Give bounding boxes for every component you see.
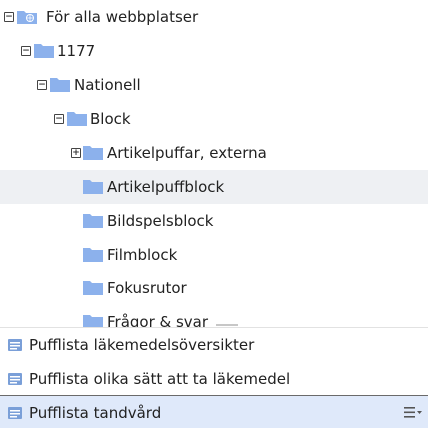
tree-node-nationell[interactable]: − Nationell xyxy=(0,68,428,102)
tree-node-label: Artikelpuffar, externa xyxy=(107,144,267,162)
page-list-item-label: Pufflista tandvård xyxy=(29,404,162,422)
tree-node-block[interactable]: − Block xyxy=(0,102,428,136)
folder-icon xyxy=(83,214,103,228)
collapse-icon[interactable]: − xyxy=(21,46,31,56)
folder-icon xyxy=(67,112,87,126)
folder-icon xyxy=(50,78,70,92)
tree-node-label: Filmblock xyxy=(107,246,178,264)
tree-node-label: Nationell xyxy=(74,76,141,94)
tree-node-bildspelsblock[interactable]: Bildspelsblock xyxy=(0,204,428,238)
collapse-icon[interactable]: − xyxy=(4,12,14,22)
scrollbar-thumb[interactable] xyxy=(216,324,238,326)
page-list-item-label: Pufflista läkemedelsöversikter xyxy=(29,336,255,354)
tree-node-label: Fokusrutor xyxy=(107,279,187,297)
collapse-icon[interactable]: − xyxy=(37,80,47,90)
folder-icon xyxy=(83,281,103,295)
tree-node-fokusrutor[interactable]: Fokusrutor xyxy=(0,271,428,305)
folder-icon xyxy=(83,146,103,160)
page-list-item[interactable]: Pufflista läkemedelsöversikter xyxy=(0,328,428,362)
folder-icon xyxy=(83,315,103,327)
page-list-item-selected[interactable]: Pufflista tandvård xyxy=(0,396,428,428)
page-list-item[interactable]: Pufflista olika sätt att ta läkemedel xyxy=(0,362,428,396)
tree-node-label: Artikelpuffblock xyxy=(107,178,225,196)
tree-node-filmblock[interactable]: Filmblock xyxy=(0,238,428,272)
tree-node-artikelpuffar-externa[interactable]: + Artikelpuffar, externa xyxy=(0,136,428,170)
tree-node-fragor-svar[interactable]: Frågor & svar xyxy=(0,305,428,327)
page-list-item-label: Pufflista olika sätt att ta läkemedel xyxy=(29,370,291,388)
tree-node-1177[interactable]: − 1177 xyxy=(0,34,428,68)
folder-icon xyxy=(83,248,103,262)
tree-node-label: Block xyxy=(90,110,131,128)
page-list-icon xyxy=(8,339,22,351)
folder-tree: − För alla webbplatser − 1177 − Nationel… xyxy=(0,0,428,327)
tree-node-artikelpuffblock[interactable]: Artikelpuffblock xyxy=(0,170,428,204)
folder-icon xyxy=(83,180,103,194)
tree-node-label: 1177 xyxy=(57,42,96,60)
page-list-icon xyxy=(8,373,22,385)
folder-icon xyxy=(34,44,54,58)
tree-node-label: Bildspelsblock xyxy=(107,212,214,230)
expand-icon[interactable]: + xyxy=(71,148,81,158)
page-list: Pufflista läkemedelsöversikter Pufflista… xyxy=(0,327,428,428)
tree-node-label: För alla webbplatser xyxy=(46,8,199,26)
tree-node-label: Frågor & svar xyxy=(107,313,209,327)
collapse-icon[interactable]: − xyxy=(54,114,64,124)
globe-folder-icon xyxy=(17,11,37,24)
page-list-icon xyxy=(8,407,22,419)
context-menu-icon[interactable] xyxy=(404,406,422,419)
tree-node-for-alla-webbplatser[interactable]: − För alla webbplatser xyxy=(0,0,428,34)
